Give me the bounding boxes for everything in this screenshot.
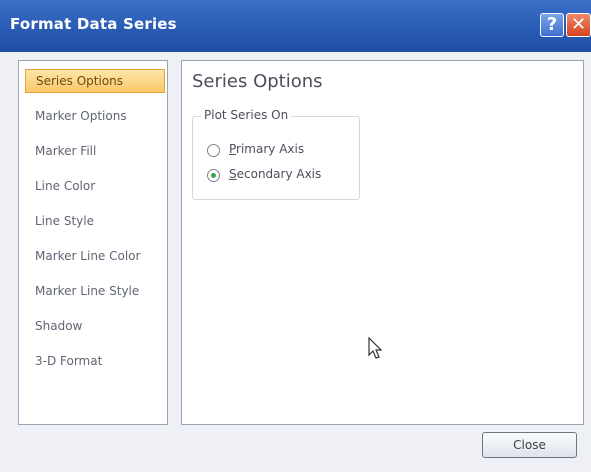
mouse-pointer-icon xyxy=(368,337,383,359)
format-data-series-dialog: Format Data Series ? ✕ Series Options Ma… xyxy=(0,0,591,472)
nav-item-shadow[interactable]: Shadow xyxy=(25,314,165,338)
secondary-axis-label[interactable]: Secondary Axis xyxy=(229,167,321,181)
category-list: Series Options Marker Options Marker Fil… xyxy=(18,60,168,425)
group-label: Plot Series On xyxy=(201,108,292,122)
nav-item-marker-line-color[interactable]: Marker Line Color xyxy=(25,244,165,268)
secondary-axis-accel: S xyxy=(229,167,237,181)
close-icon[interactable]: ✕ xyxy=(566,13,591,37)
secondary-axis-radio[interactable] xyxy=(207,169,220,182)
nav-item-marker-fill[interactable]: Marker Fill xyxy=(25,139,165,163)
nav-item-marker-line-style[interactable]: Marker Line Style xyxy=(25,279,165,303)
nav-item-marker-options[interactable]: Marker Options xyxy=(25,104,165,128)
plot-series-on-group: Plot Series On Primary Axis Secondary Ax… xyxy=(192,108,360,200)
primary-axis-label-rest: rimary Axis xyxy=(236,142,305,156)
close-button[interactable]: Close xyxy=(482,432,577,458)
section-title: Series Options xyxy=(192,71,323,92)
nav-item-series-options[interactable]: Series Options xyxy=(25,69,165,93)
nav-item-3d-format[interactable]: 3-D Format xyxy=(25,349,165,373)
window-title: Format Data Series xyxy=(10,15,177,33)
primary-axis-radio[interactable] xyxy=(207,144,220,157)
primary-axis-accel: P xyxy=(229,142,237,156)
title-bar[interactable]: Format Data Series ? ✕ xyxy=(0,0,591,52)
series-options-panel: Series Options Plot Series On Primary Ax… xyxy=(181,60,584,425)
secondary-axis-label-rest: econdary Axis xyxy=(236,167,322,181)
nav-item-line-style[interactable]: Line Style xyxy=(25,209,165,233)
help-icon[interactable]: ? xyxy=(540,13,564,37)
primary-axis-label[interactable]: Primary Axis xyxy=(229,142,304,156)
nav-item-line-color[interactable]: Line Color xyxy=(25,174,165,198)
